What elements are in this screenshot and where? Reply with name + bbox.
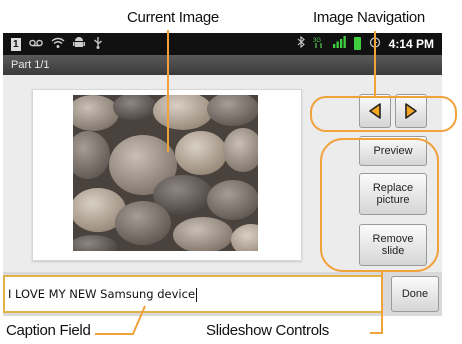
caption-field-pointer-line — [95, 305, 146, 335]
slideshow-controls-highlight — [320, 138, 439, 272]
slideshow-controls-pointer-line — [370, 271, 383, 334]
image-navigation-highlight — [310, 96, 457, 132]
callout-overlay — [95, 30, 457, 335]
